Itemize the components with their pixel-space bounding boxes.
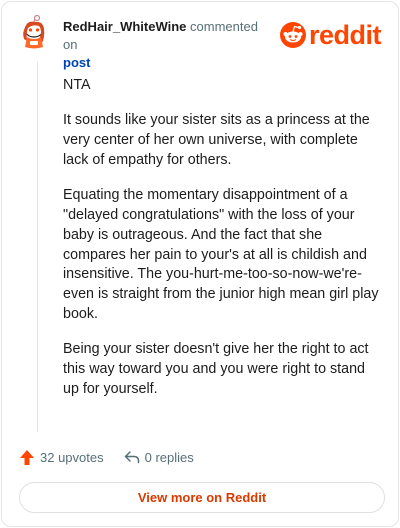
user-avatar[interactable]	[19, 14, 51, 51]
comment-paragraph: Being your sister doesn't give her the r…	[63, 341, 369, 397]
reddit-snoo-icon	[280, 22, 306, 48]
comment-header: RedHair_WhiteWine commented on post	[63, 18, 273, 72]
post-link[interactable]: post	[63, 55, 90, 70]
reddit-logo[interactable]: reddit	[280, 20, 382, 50]
comment-body: NTA It sounds like your sister sits as a…	[63, 76, 381, 415]
upvote-count: 32 upvotes	[40, 449, 104, 465]
username-link[interactable]: RedHair_WhiteWine	[63, 19, 186, 34]
thread-line[interactable]	[37, 62, 38, 432]
comment-paragraph: NTA	[63, 77, 91, 93]
upvote-button[interactable]: 32 upvotes	[19, 449, 104, 466]
reply-button[interactable]: 0 replies	[124, 450, 194, 465]
upvote-arrow-icon	[20, 449, 34, 465]
comment-paragraph: Equating the momentary disappointment of…	[63, 187, 379, 322]
view-more-button[interactable]: View more on Reddit	[19, 482, 385, 513]
reddit-wordmark: reddit	[309, 20, 382, 50]
comment-actions: 32 upvotes 0 replies	[19, 448, 194, 466]
comment-paragraph: It sounds like your sister sits as a pri…	[63, 112, 370, 168]
embedded-comment-card: RedHair_WhiteWine commented on post redd…	[1, 1, 399, 527]
snoo-avatar-icon	[23, 14, 45, 49]
reply-arrow-icon	[124, 451, 139, 464]
reply-count: 0 replies	[144, 449, 194, 465]
